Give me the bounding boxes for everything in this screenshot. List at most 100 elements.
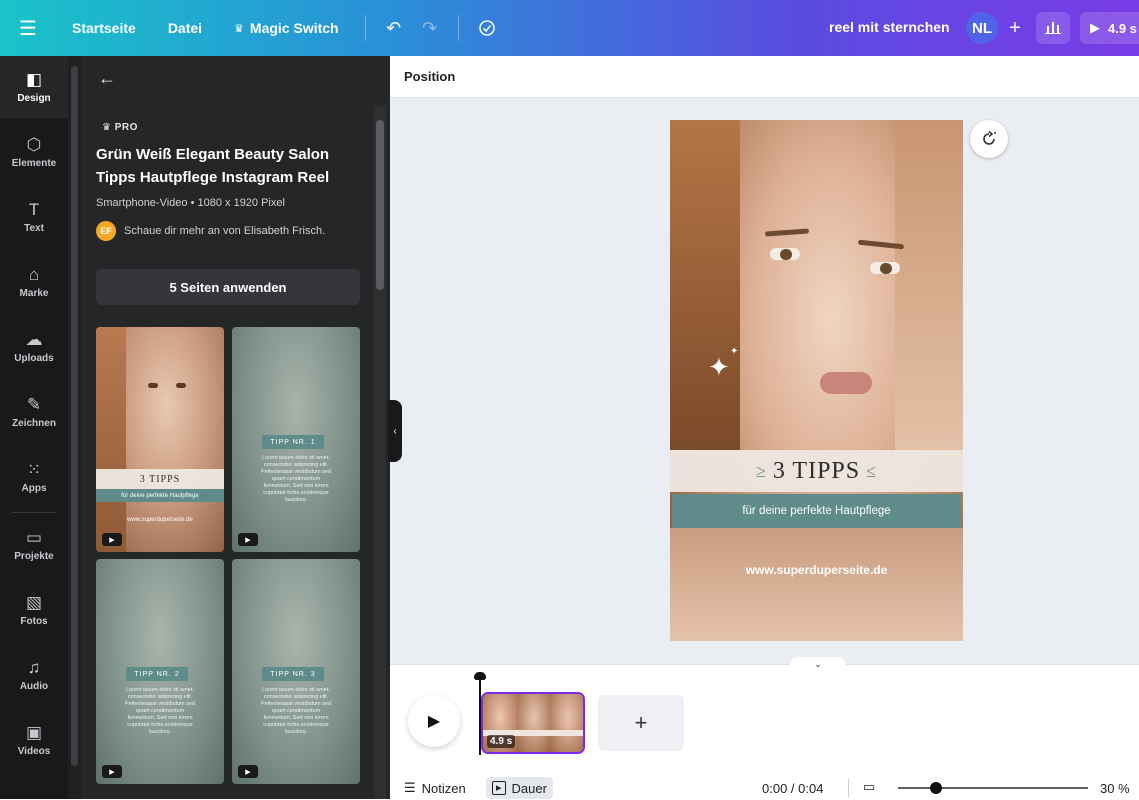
- play-icon: ▶: [427, 713, 441, 730]
- plus-icon[interactable]: +: [1002, 14, 1028, 42]
- notes-button[interactable]: ☰ Notizen: [398, 777, 472, 799]
- rail-item-marke[interactable]: ⌂ Marke: [0, 251, 68, 313]
- rail-item-label: Audio: [19, 680, 49, 692]
- cloud-upload-icon: ☁: [25, 329, 43, 349]
- draw-icon: ✎: [26, 394, 42, 414]
- rail-item-label: Apps: [21, 482, 47, 494]
- sparkle-icon: ✦: [708, 352, 730, 382]
- play-icon: ▶: [1090, 20, 1100, 35]
- thumb-url: www.superduperseite.de: [127, 517, 193, 523]
- shapes-icon: ⬡: [26, 134, 42, 154]
- template-panel: ← ♛ PRO Grün Weiß Elegant Beauty Salon T…: [68, 56, 390, 799]
- cloud-check-icon[interactable]: [469, 10, 505, 46]
- template-subtitle: Smartphone-Video • 1080 x 1920 Pixel: [96, 197, 285, 209]
- rail-scrollbar[interactable]: [68, 56, 81, 799]
- divider: [364, 15, 366, 41]
- present-play-button[interactable]: ▶ 4.9 s: [1080, 12, 1139, 44]
- video-icon: ▣: [25, 722, 43, 742]
- text-icon: T: [28, 199, 40, 219]
- rail-item-label: Zeichnen: [12, 417, 56, 429]
- duration-label: Dauer: [511, 780, 547, 796]
- timeline: ⌄ ▶ 4.9 s + ☰ Notizen ▸ Dauer 0:00 / 0:0…: [390, 657, 1139, 800]
- insights-button[interactable]: [1036, 12, 1070, 44]
- duration-button[interactable]: ▸ Dauer: [486, 777, 553, 799]
- rail-item-zeichnen[interactable]: ✎ Zeichnen: [0, 381, 68, 443]
- template-page-thumbnail[interactable]: TIPP NR. 3 Lorem ipsum dolor sit amet, c…: [232, 559, 360, 784]
- layout-icon: ◧: [25, 69, 43, 89]
- add-page-button[interactable]: +: [598, 695, 684, 751]
- music-icon: ♫: [27, 657, 41, 677]
- thumb-body: Lorem ipsum dolor sit amet, consectetur …: [260, 687, 331, 735]
- page-subheading[interactable]: für deine perfekte Hautpflege: [672, 494, 961, 528]
- rail-item-uploads[interactable]: ☁ Uploads: [0, 316, 68, 378]
- crown-icon: ♛: [102, 122, 115, 133]
- zoom-slider[interactable]: [898, 787, 1088, 789]
- page-heading[interactable]: ≥ 3 TIPPS ≤: [670, 450, 963, 492]
- image-icon: ▧: [25, 592, 43, 612]
- rail-item-apps[interactable]: ⁙ Apps: [0, 446, 68, 508]
- rail-item-design[interactable]: ◧ Design: [0, 56, 68, 118]
- magic-switch-label: Magic Switch: [249, 20, 339, 36]
- collapse-panel-button[interactable]: ‹: [388, 400, 402, 462]
- file-menu-button[interactable]: Datei: [152, 0, 218, 56]
- apps-grid-icon: ⁙: [26, 459, 42, 479]
- position-button[interactable]: Position: [404, 69, 455, 84]
- timeline-play-button[interactable]: ▶: [408, 695, 460, 747]
- thumb-body: Lorem ipsum dolor sit amet, consectetur …: [260, 455, 331, 503]
- home-button[interactable]: Startseite: [56, 0, 152, 56]
- video-frame-icon: ▸: [492, 781, 506, 795]
- zoom-slider-handle[interactable]: [930, 782, 942, 794]
- rail-item-videos[interactable]: ▣ Videos: [0, 709, 68, 771]
- bottom-bar: ☰ Notizen ▸ Dauer 0:00 / 0:04 ▭ 30 %: [390, 775, 1139, 800]
- back-arrow-icon[interactable]: ←: [98, 68, 116, 89]
- rail-item-label: Design: [17, 92, 51, 104]
- undo-icon[interactable]: ↶: [376, 10, 412, 46]
- thumb-tipp-label: TIPP NR. 2: [126, 667, 188, 681]
- rail-item-projekte[interactable]: ▭ Projekte: [0, 514, 68, 576]
- ornament-right: ≤: [866, 460, 878, 481]
- play-icon: ▶: [238, 765, 258, 778]
- template-title: Grün Weiß Elegant Beauty Salon Tipps Hau…: [96, 146, 330, 186]
- panel-scrollbar[interactable]: [374, 106, 386, 799]
- plus-icon: +: [634, 710, 648, 735]
- play-icon: ▶: [102, 765, 122, 778]
- playhead[interactable]: [474, 672, 486, 755]
- page-url[interactable]: www.superduperseite.de: [670, 563, 963, 577]
- bar-chart-icon: [1045, 20, 1061, 37]
- thumb-tipp-label: TIPP NR. 1: [262, 435, 324, 449]
- magic-switch-button[interactable]: ♛ Magic Switch: [218, 0, 355, 56]
- template-page-thumbnail[interactable]: 3 TIPPS für deine perfekte Hautpflege ww…: [96, 327, 224, 552]
- divider: [12, 512, 56, 513]
- hamburger-icon[interactable]: ☰: [0, 0, 56, 56]
- time-readout: 0:00 / 0:04: [762, 781, 824, 796]
- thumb-tipp-label: TIPP NR. 3: [262, 667, 324, 681]
- rail-item-elemente[interactable]: ⬡ Elemente: [0, 121, 68, 183]
- author-link[interactable]: EF Schaue dir mehr an von Elisabeth Fris…: [96, 221, 325, 241]
- author-text: Schaue dir mehr an von Elisabeth Frisch.: [124, 225, 326, 237]
- template-page-thumbnail[interactable]: TIPP NR. 2 Lorem ipsum dolor sit amet, c…: [96, 559, 224, 784]
- divider: [848, 779, 849, 797]
- rail-item-fotos[interactable]: ▧ Fotos: [0, 579, 68, 641]
- play-icon: ▶: [238, 533, 258, 546]
- ornament-left: ≥: [755, 460, 767, 481]
- rail-item-label: Videos: [17, 745, 51, 757]
- context-toolbar: Position: [390, 56, 1139, 98]
- fit-screen-icon[interactable]: ▭: [863, 779, 875, 795]
- template-page-thumbnail[interactable]: TIPP NR. 1 Lorem ipsum dolor sit amet, c…: [232, 327, 360, 552]
- rail-item-text[interactable]: T Text: [0, 186, 68, 248]
- regenerate-icon[interactable]: [970, 120, 1008, 158]
- avatar[interactable]: NL: [966, 12, 998, 44]
- notes-icon: ☰: [404, 780, 416, 795]
- divider: [457, 15, 459, 41]
- design-page[interactable]: ✦ ✦ ≥ 3 TIPPS ≤ für deine perfekte Hautp…: [670, 120, 963, 641]
- zoom-value[interactable]: 30 %: [1100, 781, 1130, 796]
- clip-duration: 4.9 s: [487, 735, 516, 748]
- redo-icon[interactable]: ↷: [412, 10, 448, 46]
- timeline-clip[interactable]: 4.9 s: [481, 692, 585, 754]
- chevron-down-icon[interactable]: ⌄: [790, 657, 846, 671]
- rail-item-audio[interactable]: ♫ Audio: [0, 644, 68, 706]
- rail-item-label: Elemente: [11, 157, 57, 169]
- apply-pages-button[interactable]: 5 Seiten anwenden: [96, 269, 360, 305]
- rail-item-label: Uploads: [14, 352, 54, 364]
- design-title[interactable]: reel mit sternchen: [829, 19, 950, 35]
